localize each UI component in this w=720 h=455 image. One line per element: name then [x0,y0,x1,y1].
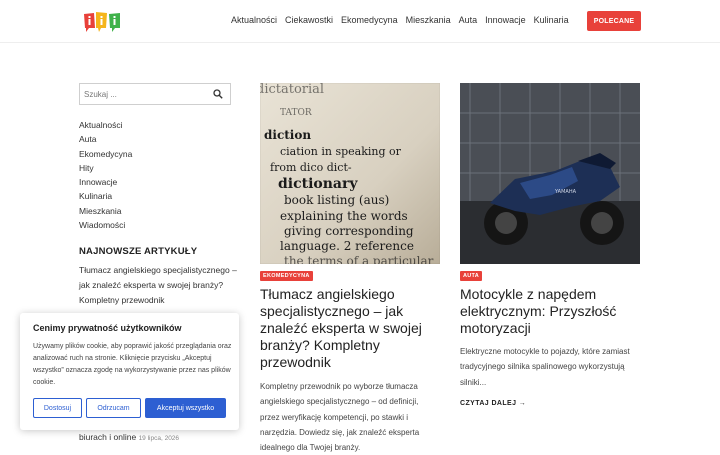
category-link[interactable]: Ekomedycyna [79,147,132,161]
search-input[interactable] [84,86,204,102]
category-badge[interactable]: EKOMEDYCYNA [260,271,313,281]
nav-auta[interactable]: Auta [459,15,478,25]
nav-ekomedycyna[interactable]: Ekomedycyna [341,15,398,25]
newest-article-title-tail[interactable]: biurach i online [79,432,136,442]
svg-text:dictionary: dictionary [278,176,358,192]
category-link[interactable]: Hity [79,161,132,175]
main-nav: Aktualności Ciekawostki Ekomedycyna Mies… [231,15,577,25]
newest-articles-heading: NAJNOWSZE ARTYKUŁY [79,246,198,257]
read-more-label[interactable]: CZYTAJ DALEJ [460,400,516,407]
newest-article-date: 19 lipca, 2026 [138,435,180,442]
read-more-link[interactable]: CZYTAJ DALEJ → [460,400,526,407]
post-excerpt: Elektryczne motocykle to pojazdy, które … [460,347,630,387]
search-icon[interactable] [213,89,223,99]
nav-innowacje[interactable]: Innowacje [485,15,526,25]
polecane-button[interactable]: POLECANE [587,11,641,31]
newest-article-link[interactable]: Tłumacz angielskiego specjalistycznego –… [79,263,239,309]
reject-button[interactable]: Odrzucam [86,398,141,418]
svg-text:from dico dict-: from dico dict- [270,161,352,174]
nav-mieszkania[interactable]: Mieszkania [406,15,451,25]
svg-text:the terms of a particular: the terms of a particular [284,254,434,264]
cookie-consent-banner: Cenimy prywatność użytkowników Używamy p… [20,313,239,430]
svg-text:book listing (aus): book listing (aus) [284,193,389,207]
category-link[interactable]: Kulinaria [79,189,132,203]
category-link[interactable]: Aktualności [79,118,132,132]
search-box [79,83,231,105]
category-list: Aktualności Auta Ekomedycyna Hity Innowa… [79,118,132,232]
dictionary-image: dictatorial TATOR diction ciation in spe… [260,83,440,264]
svg-text:ciation in speaking or: ciation in speaking or [280,145,402,158]
nav-kulinaria[interactable]: Kulinaria [534,15,569,25]
svg-text:TATOR: TATOR [280,108,312,118]
category-link[interactable]: Innowacje [79,175,132,189]
svg-text:YAMAHA: YAMAHA [554,189,577,195]
site-header: Aktualności Ciekawostki Ekomedycyna Mies… [0,0,720,43]
category-link[interactable]: Wiadomości [79,218,132,232]
post-title[interactable]: Motocykle z napędem elektrycznym: Przysz… [460,286,644,337]
category-link[interactable]: Mieszkania [79,204,132,218]
cookie-text: Używamy plików cookie, aby poprawić jako… [33,343,232,386]
customize-button[interactable]: Dostosuj [33,398,82,418]
svg-text:giving corresponding: giving corresponding [284,224,414,238]
post-excerpt: Kompletny przewodnik po wyborze tłumacza… [260,382,420,453]
svg-text:diction: diction [264,128,311,142]
category-badge[interactable]: AUTA [460,271,483,281]
svg-text:dictatorial: dictatorial [260,83,324,97]
post-title[interactable]: Tłumacz angielskiego specjalistycznego –… [260,286,444,371]
site-logo[interactable] [82,11,122,33]
arrow-right-icon: → [518,400,527,407]
cookie-title: Cenimy prywatność użytkowników [33,323,182,333]
svg-text:explaining the words: explaining the words [280,209,408,223]
post-thumbnail-motorcycle[interactable]: YAMAHA [460,83,640,264]
nav-ciekawostki[interactable]: Ciekawostki [285,15,333,25]
category-link[interactable]: Auta [79,132,132,146]
svg-text:language. 2 reference: language. 2 reference [280,239,414,253]
newest-article-link-2[interactable]: biurach i online 19 lipca, 2026 [79,432,179,442]
accept-all-button[interactable]: Akceptuj wszystko [145,398,226,418]
nav-aktualnosci[interactable]: Aktualności [231,15,277,25]
motorcycle-image: YAMAHA [460,83,640,264]
post-thumbnail-dictionary[interactable]: dictatorial TATOR diction ciation in spe… [260,83,440,264]
